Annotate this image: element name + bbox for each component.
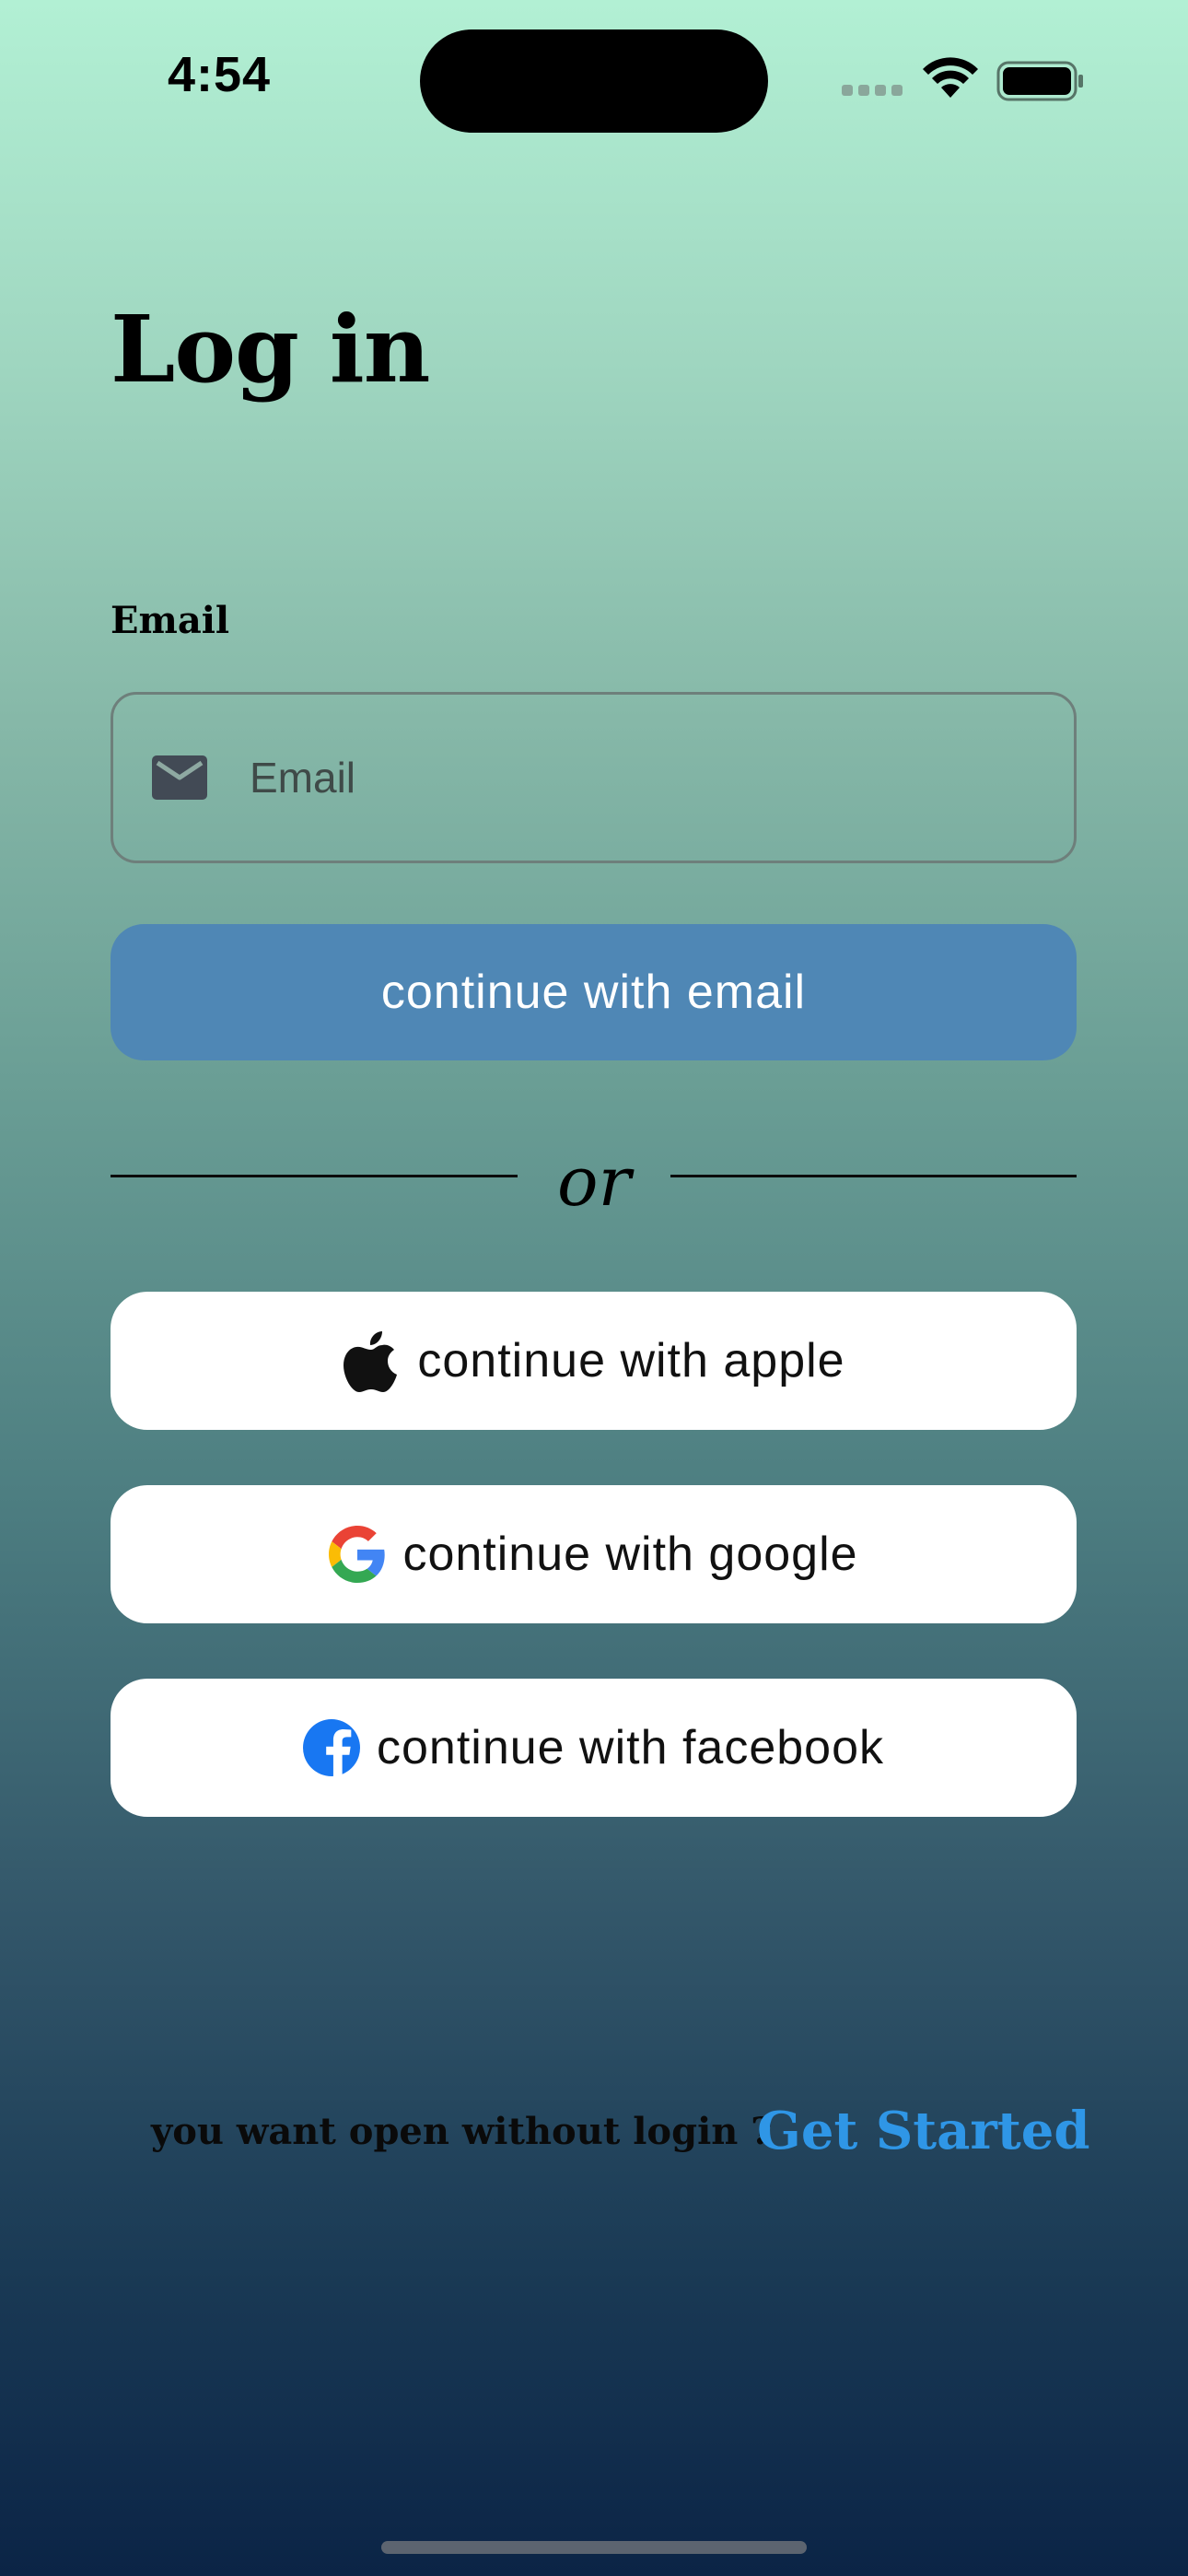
continue-with-google-button[interactable]: continue with google (111, 1485, 1077, 1623)
status-time: 4:54 (168, 47, 272, 102)
skip-login-prompt: you want open without login ? (151, 2110, 773, 2153)
continue-with-email-button[interactable]: continue with email (111, 924, 1077, 1060)
facebook-button-label: continue with facebook (376, 1721, 884, 1774)
battery-icon (996, 61, 1083, 101)
or-divider-text: or (557, 1142, 631, 1222)
mail-icon (152, 755, 207, 800)
facebook-icon (302, 1719, 360, 1776)
email-input[interactable] (248, 752, 988, 803)
home-indicator[interactable] (381, 2541, 807, 2554)
apple-button-label: continue with apple (417, 1334, 845, 1388)
google-icon (329, 1526, 386, 1583)
email-field[interactable] (111, 692, 1077, 863)
page-title: Log in (111, 295, 430, 404)
continue-with-apple-button[interactable]: continue with apple (111, 1292, 1077, 1430)
get-started-link[interactable]: Get Started (757, 2101, 1090, 2161)
continue-with-facebook-button[interactable]: continue with facebook (111, 1679, 1077, 1817)
apple-icon (344, 1331, 398, 1392)
google-button-label: continue with google (402, 1528, 858, 1581)
dynamic-island (420, 29, 768, 133)
divider-right (670, 1175, 1077, 1177)
email-label: Email (111, 599, 230, 642)
cellular-signal-icon (842, 85, 903, 98)
divider-left (111, 1175, 518, 1177)
wifi-icon (923, 57, 978, 98)
